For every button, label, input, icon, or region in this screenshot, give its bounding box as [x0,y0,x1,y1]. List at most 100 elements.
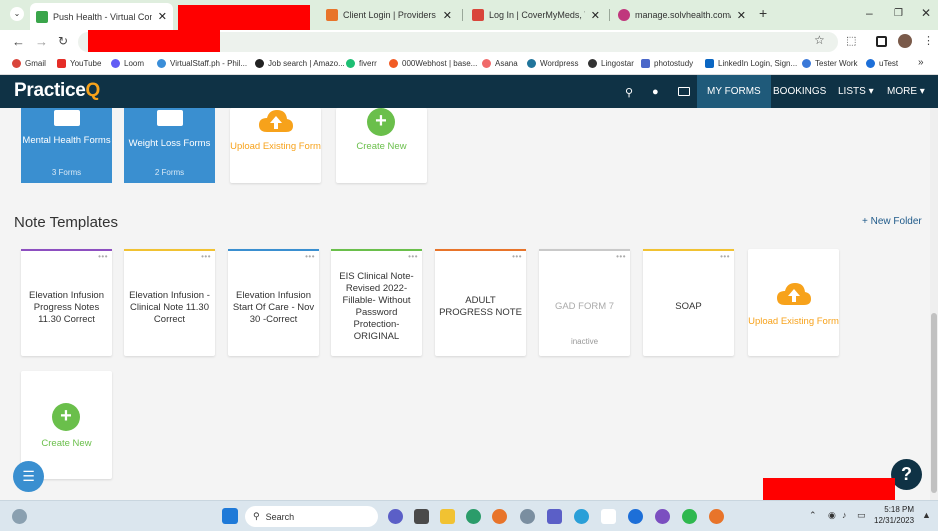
bookmark-tester-work[interactable]: Tester Work [802,59,858,68]
card-color-bar [539,249,630,251]
note-template-card[interactable]: ••• EIS Clinical Note- Revised 2022- Fil… [331,249,422,356]
chrome-active-icon[interactable] [709,509,724,524]
card-menu-icon[interactable]: ••• [408,252,418,261]
gmail-icon [12,59,21,68]
note-template-card[interactable]: ••• ADULT PROGRESS NOTE [435,249,526,356]
create-new-form-card[interactable]: + Create New [336,108,427,183]
utest-icon [866,59,875,68]
upload-existing-form-card[interactable]: Upload Existing Form [230,108,321,183]
card-menu-icon[interactable]: ••• [305,252,315,261]
close-tab-icon[interactable]: ✕ [737,9,746,22]
taskbar-clock[interactable]: 5:18 PM 12/31/2023 [874,504,914,526]
notification-bell-icon[interactable]: ▲ [922,510,931,520]
plus-circle-icon: + [52,403,80,431]
card-menu-icon[interactable]: ••• [720,252,730,261]
list-menu-fab-icon[interactable]: ☰ [13,461,44,492]
file-explorer-icon[interactable] [440,509,455,524]
bookmark-utest[interactable]: uTest [866,59,898,68]
skype-icon[interactable] [628,509,643,524]
bookmark-photostudy[interactable]: photostudy [641,59,693,68]
close-tab-icon[interactable]: ✕ [591,9,600,22]
bookmark-wordpress[interactable]: Wordpress [527,59,579,68]
battery-icon[interactable]: ▭ [857,510,866,521]
back-arrow-icon[interactable]: ← [12,34,25,49]
tab-solvhealth[interactable]: manage.solvhealth.com/queue ✕ [612,4,752,26]
new-folder-button[interactable]: + New Folder [862,216,922,227]
bookmark-virtualstaff[interactable]: VirtualStaff.ph - Phil... [157,59,247,68]
card-menu-icon[interactable]: ••• [616,252,626,261]
search-icon[interactable]: ⚲ [625,86,633,99]
side-panel-icon[interactable] [876,36,887,47]
nav-lists[interactable]: LISTS ▾ [838,75,874,108]
note-template-card[interactable]: ••• Elevation Infusion Progress Notes 11… [21,249,112,356]
card-menu-icon[interactable]: ••• [201,252,211,261]
upload-existing-note-card[interactable]: Upload Existing Form [748,249,839,356]
page-scrollbar[interactable] [930,108,938,500]
bookmark-loom[interactable]: Loom [111,59,144,68]
folder-weight-loss[interactable]: Weight Loss Forms 2 Forms [124,108,215,183]
bookmark-fiverr[interactable]: fiverr [346,59,377,68]
bookmark-000webhost[interactable]: 000Webhost | base... [389,59,477,68]
card-menu-icon[interactable]: ••• [98,252,108,261]
tab-push-health[interactable]: Push Health - Virtual Concierge ✕ [30,3,173,30]
volume-icon[interactable]: ♪ [842,510,847,520]
bookmark-youtube[interactable]: YouTube [57,59,101,68]
note-template-card[interactable]: ••• Elevation Infusion - Clinical Note 1… [124,249,215,356]
teams-chat-icon[interactable] [388,509,403,524]
taskbar-search[interactable]: ⚲ Search [245,506,378,527]
folder-mental-health[interactable]: Mental Health Forms 3 Forms [21,108,112,183]
plus-circle-icon: + [367,108,395,136]
close-window-button[interactable]: ✕ [921,6,931,20]
solvhealth-favicon-icon [618,9,630,21]
nav-my-forms[interactable]: MY FORMS [697,75,771,108]
reload-icon[interactable]: ↻ [58,34,68,48]
note-template-card[interactable]: ••• Elevation Infusion Start Of Care - N… [228,249,319,356]
restore-button[interactable]: ❐ [894,8,903,19]
photostudy-icon [641,59,650,68]
forward-arrow-icon[interactable]: → [35,34,48,49]
bookmark-gmail[interactable]: Gmail [12,59,46,68]
close-tab-icon[interactable]: ✕ [443,9,452,22]
scrollbar-thumb[interactable] [931,313,937,493]
windows-start-icon[interactable] [222,508,238,524]
teams-icon[interactable] [547,509,562,524]
bookmark-linkedin[interactable]: LinkedIn Login, Sign... [705,59,797,68]
vysor-icon[interactable] [601,509,616,524]
close-tab-icon[interactable]: ✕ [158,10,167,23]
profile-avatar[interactable] [898,34,912,48]
bell-icon[interactable]: ● [652,86,659,98]
settings-gear-icon[interactable] [520,509,535,524]
card-menu-icon[interactable]: ••• [512,252,522,261]
bookmark-star-icon[interactable]: ☆ [814,33,825,47]
extensions-icon[interactable]: ⬚ [846,34,856,47]
nav-bookings[interactable]: BOOKINGS [773,75,826,108]
help-button[interactable]: ? [891,459,922,490]
bookmark-amazon[interactable]: Job search | Amazo... [255,59,345,68]
task-view-icon[interactable] [414,509,429,524]
note-template-card-inactive[interactable]: ••• GAD FORM 7 inactive [539,249,630,356]
nav-more[interactable]: MORE ▾ [887,75,925,108]
widgets-icon[interactable] [12,509,27,524]
viber-icon[interactable] [655,509,670,524]
tab-client-login[interactable]: Client Login | Providers & Staff ✕ [320,4,458,26]
minimize-button[interactable]: – [866,6,873,20]
browser-chrome: ⌄ Push Health - Virtual Concierge ✕ Clie… [0,0,938,75]
billing-card-icon[interactable] [678,87,690,96]
practiceq-logo[interactable]: PracticeQ [14,80,100,102]
browser-menu-icon[interactable]: ⋮ [923,34,934,47]
lingostar-icon [588,59,597,68]
new-tab-button[interactable]: + [759,5,767,21]
youtube-icon [57,59,66,68]
chrome-icon[interactable] [492,509,507,524]
tray-overflow-icon[interactable]: ⌃ [809,510,817,521]
tab-covermymeds[interactable]: Log In | CoverMyMeds, The Lea ✕ [466,4,606,26]
edge-icon[interactable] [466,509,481,524]
wifi-icon[interactable]: ◉ [828,510,836,521]
bookmark-asana[interactable]: Asana [482,59,518,68]
whatsapp-icon[interactable] [682,509,697,524]
telegram-icon[interactable] [574,509,589,524]
bookmark-lingostar[interactable]: Lingostar [588,59,634,68]
tab-search-icon[interactable]: ⌄ [10,7,24,21]
note-template-card[interactable]: ••• SOAP [643,249,734,356]
bookmarks-overflow-button[interactable]: » [918,57,924,68]
